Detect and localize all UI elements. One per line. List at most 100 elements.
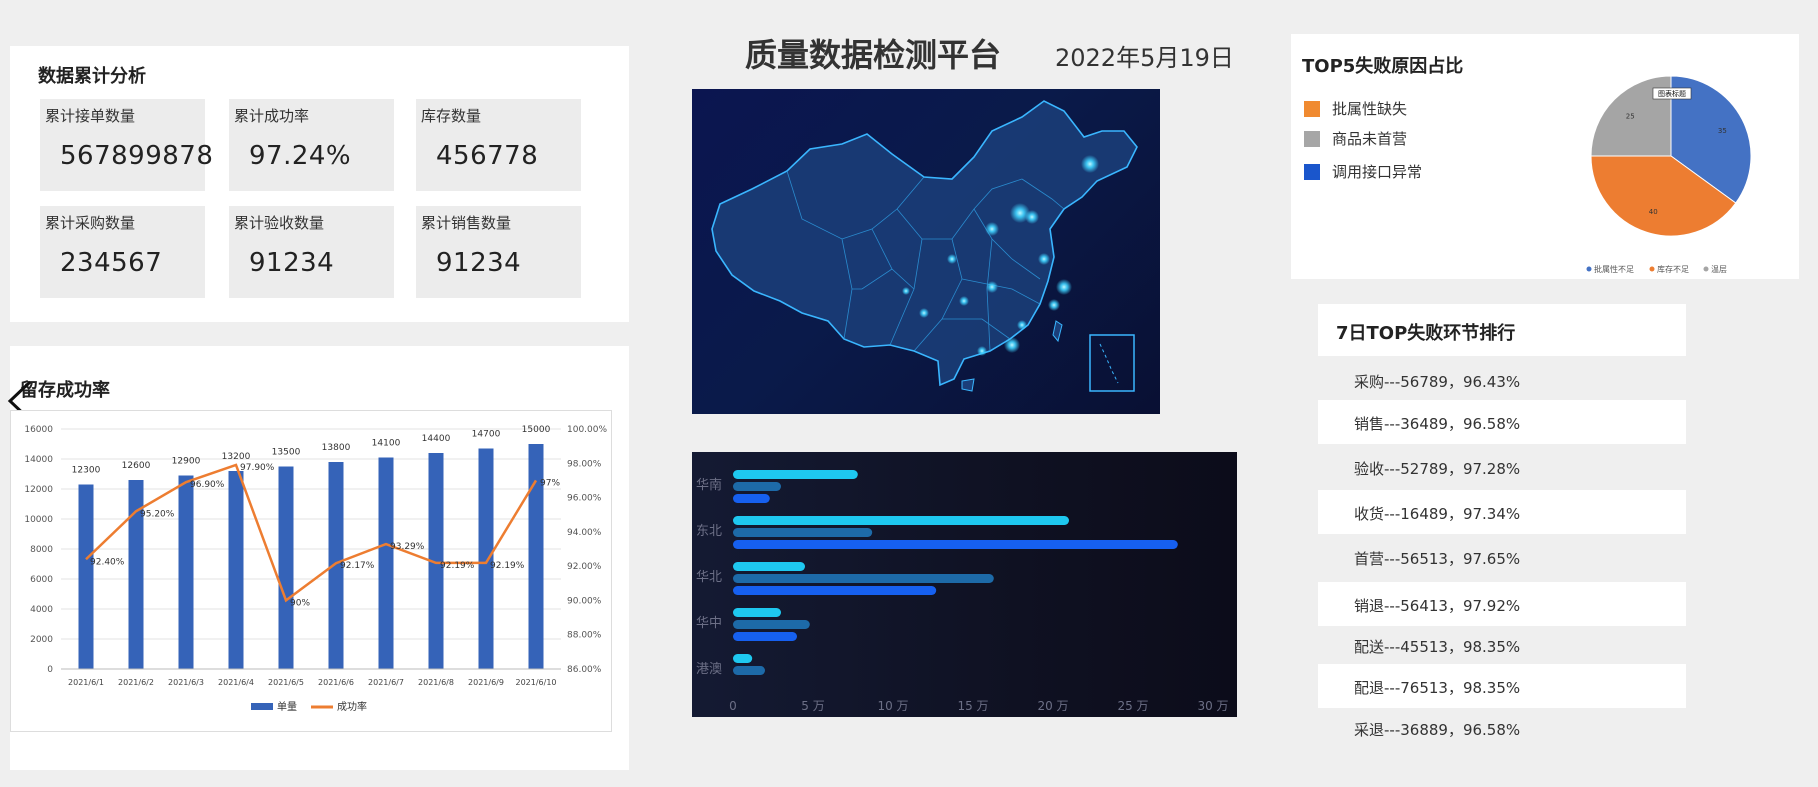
y2-tick-label: 98.00% — [567, 459, 602, 469]
ranking-item-text: 收货---16489，97.34% — [1354, 505, 1521, 523]
region-bar-chart: 0 5 万 10 万 15 万 20 万 25 万 30 万 华南东北华北华中港澳 — [696, 470, 1229, 713]
x-tick-label: 2021/6/7 — [368, 678, 404, 687]
bar — [378, 457, 394, 669]
china-map — [711, 100, 1138, 392]
stat-card: 累计验收数量 91234 — [229, 206, 394, 298]
legend-label: 成功率 — [337, 700, 367, 713]
y-tick-label: 6000 — [30, 575, 53, 585]
stat-value: 234567 — [60, 248, 163, 278]
ranking-item: 采购---56789，96.43% — [1318, 358, 1686, 402]
legend-label: 批属性不足 — [1594, 264, 1634, 274]
line-data-label: 93.29% — [390, 542, 425, 552]
stat-label: 库存数量 — [421, 107, 482, 125]
y2-tick-label: 96.00% — [567, 494, 602, 504]
x-tick-label: 2021/6/5 — [268, 678, 304, 687]
hbar — [733, 494, 770, 503]
ranking-item: 销退---56413，97.92% — [1318, 582, 1686, 626]
bar-data-label: 15000 — [522, 425, 551, 435]
legend-label: 单量 — [277, 701, 297, 713]
hbar — [733, 608, 781, 617]
stat-value: 97.24% — [249, 141, 352, 171]
y-tick-label: 4000 — [30, 605, 53, 615]
y-tick-label: 港澳 — [696, 661, 722, 677]
pie-chart: 35 40 25 图表标题批属性不足 库存不足 温层 — [1586, 75, 1752, 274]
x-tick-label: 2021/6/3 — [168, 678, 204, 687]
ranking-item-text: 首营---56513，97.65% — [1354, 550, 1521, 568]
y2-tick-label: 100.00% — [567, 425, 607, 435]
cumulative-title: 数据累计分析 — [38, 66, 146, 87]
x-tick-label: 2021/6/6 — [318, 678, 354, 687]
bar-data-label: 13800 — [322, 443, 351, 453]
line-data-label: 92.17% — [340, 561, 375, 571]
legend-item: 商品未首营 — [1304, 128, 1407, 149]
combo-chart: 0 2000 4000 6000 8000 10000 12000 14000 16000 86.… — [10, 410, 612, 732]
bar-data-label: 14100 — [372, 439, 401, 449]
ranking-item: 首营---56513，97.65% — [1318, 535, 1686, 579]
x-tick-label: 15 万 — [957, 699, 988, 713]
hbar — [733, 620, 810, 629]
line-data-label: 97.90% — [240, 463, 275, 473]
stat-card: 累计成功率 97.24% — [229, 99, 394, 191]
stat-card: 累计销售数量 91234 — [416, 206, 581, 298]
bar — [178, 475, 194, 669]
hainan-shape — [961, 378, 975, 392]
y-tick-label: 华南 — [696, 477, 722, 493]
y-tick-label: 东北 — [696, 524, 722, 539]
x-tick-label: 0 — [729, 699, 737, 713]
x-tick-label: 25 万 — [1117, 699, 1148, 713]
hbar — [733, 482, 781, 491]
top5-title: TOP5失败原因占比 — [1302, 56, 1464, 77]
success-rate-line — [85, 463, 538, 603]
y2-tick-label: 92.00% — [567, 562, 602, 572]
map-outline — [711, 100, 1138, 387]
stat-card: 累计采购数量 234567 — [40, 206, 205, 298]
stat-label: 累计成功率 — [234, 107, 310, 125]
line-data-label: 96.90% — [190, 480, 225, 490]
line-data-label: 92.40% — [90, 557, 125, 567]
pie-data-label: 35 — [1718, 127, 1727, 135]
bar-data-label: 12300 — [72, 466, 101, 476]
ranking-item-text: 验收---52789，97.28% — [1354, 460, 1521, 478]
hbar — [733, 574, 994, 583]
y-tick-label: 12000 — [24, 485, 53, 495]
hbar — [733, 666, 765, 675]
legend-label: 库存不足 — [1657, 264, 1689, 274]
ranking-item: 验收---52789，97.28% — [1318, 445, 1686, 489]
hbar — [733, 654, 753, 663]
y-tick-label: 华北 — [696, 570, 722, 585]
y2-tick-label: 86.00% — [567, 665, 602, 675]
ranking-item: 采退---36889，96.58% — [1318, 706, 1686, 750]
stat-label: 累计采购数量 — [45, 214, 136, 232]
stat-label: 累计接单数量 — [45, 107, 136, 125]
ranking-item: 配退---76513，98.35% — [1318, 664, 1686, 708]
bar — [228, 471, 244, 669]
y2-tick-label: 90.00% — [567, 596, 602, 606]
ranking-item-text: 配退---76513，98.35% — [1354, 679, 1521, 697]
ranking-item: 配送---45513，98.35% — [1318, 623, 1686, 667]
x-tick-label: 2021/6/2 — [118, 678, 154, 687]
stat-value: 456778 — [436, 141, 539, 171]
top5-panel: TOP5失败原因占比 批属性缺失 商品未首营 调用接口异常 35 40 25 图表标题… — [1291, 34, 1799, 279]
bar-data-label: 12600 — [122, 461, 151, 471]
bar — [278, 466, 294, 669]
line-data-label: 97% — [540, 478, 560, 488]
stat-value: 91234 — [436, 248, 522, 278]
ranking-item-text: 采购---56789，96.43% — [1354, 373, 1521, 391]
stat-card: 库存数量 456778 — [416, 99, 581, 191]
south-sea-inset — [1089, 334, 1135, 392]
bar — [478, 448, 494, 669]
stat-label: 累计验收数量 — [234, 214, 325, 232]
legend-swatch — [1703, 266, 1709, 272]
y-tick-label: 华中 — [696, 616, 722, 631]
x-tick-label: 2021/6/10 — [515, 678, 556, 687]
legend-swatch — [251, 703, 273, 710]
hbar — [733, 632, 797, 641]
legend-swatch — [1304, 101, 1320, 117]
x-tick-label: 2021/6/8 — [418, 678, 454, 687]
ranking-header: 7日TOP失败环节排行 — [1318, 304, 1686, 356]
legend-label: 调用接口异常 — [1332, 163, 1423, 181]
ranking-item-text: 采退---36889，96.58% — [1354, 721, 1521, 739]
legend-swatch — [1304, 131, 1320, 147]
legend-label: 商品未首营 — [1332, 130, 1408, 148]
legend-label: 温层 — [1711, 265, 1727, 274]
